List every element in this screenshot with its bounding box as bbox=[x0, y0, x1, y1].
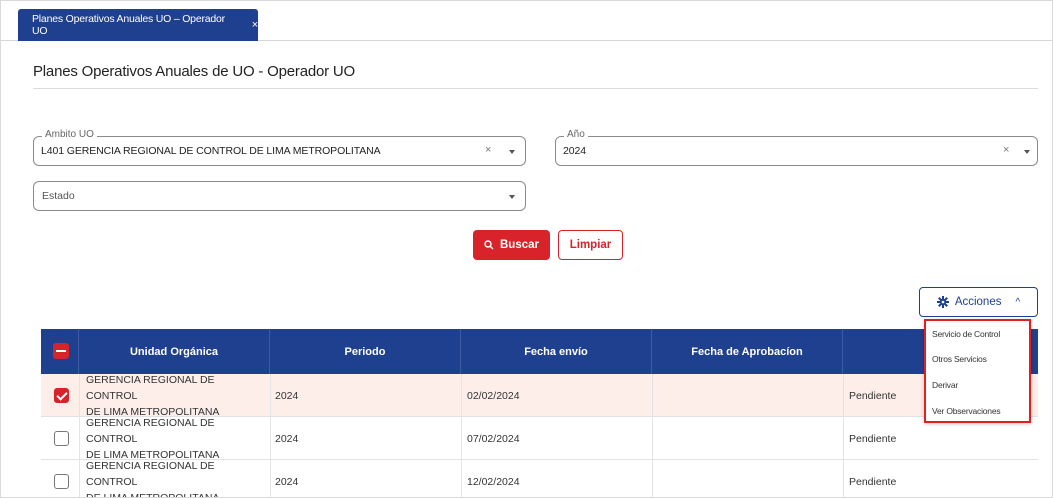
col-unidad-organica[interactable]: Unidad Orgánica bbox=[79, 329, 270, 374]
fecha-envio-cell: 12/02/2024 bbox=[467, 475, 520, 488]
menu-item-ver-observaciones[interactable]: Ver Observaciones bbox=[932, 406, 1001, 416]
ambito-uo-label: Ambito UO bbox=[42, 129, 97, 140]
close-icon[interactable]: × bbox=[252, 19, 258, 31]
tab-bar: Planes Operativos Anuales UO – Operador … bbox=[1, 1, 1052, 41]
clear-button[interactable]: Limpiar bbox=[558, 230, 623, 260]
search-icon bbox=[484, 240, 494, 250]
unidad-organica-cell: GERENCIA REGIONAL DE CONTROL DE LIMA METR… bbox=[86, 373, 220, 418]
clear-icon[interactable]: × bbox=[485, 144, 491, 156]
periodo-cell: 2024 bbox=[275, 389, 299, 402]
actions-button[interactable]: Acciones ^ bbox=[919, 287, 1038, 317]
ambito-uo-select[interactable]: Ambito UO L401 GERENCIA REGIONAL DE CONT… bbox=[33, 129, 526, 166]
actions-menu: Servicio de Control Otros Servicios Deri… bbox=[924, 319, 1031, 423]
estado-select[interactable]: Estado bbox=[33, 181, 526, 211]
search-button[interactable]: Buscar bbox=[473, 230, 550, 260]
chevron-down-icon[interactable] bbox=[509, 195, 515, 199]
divider bbox=[33, 88, 1038, 89]
search-button-label: Buscar bbox=[500, 239, 539, 251]
row-checkbox[interactable] bbox=[54, 431, 69, 446]
menu-item-derivar[interactable]: Derivar bbox=[932, 380, 958, 390]
anio-label: Año bbox=[564, 129, 588, 140]
chevron-down-icon[interactable] bbox=[1024, 150, 1030, 154]
tab-label: Planes Operativos Anuales UO – Operador … bbox=[32, 13, 225, 37]
estado-placeholder: Estado bbox=[42, 190, 75, 202]
col-periodo[interactable]: Periodo bbox=[270, 329, 461, 374]
tab-planes-operativos[interactable]: Planes Operativos Anuales UO – Operador … bbox=[18, 9, 258, 41]
app-window: Planes Operativos Anuales UO – Operador … bbox=[0, 0, 1053, 498]
row-checkbox[interactable] bbox=[54, 388, 69, 403]
table-header: Unidad Orgánica Periodo Fecha envío Fech… bbox=[41, 329, 1038, 374]
gear-icon bbox=[936, 296, 949, 308]
col-fecha-aprobacion[interactable]: Fecha de Aprobacíon bbox=[652, 329, 843, 374]
menu-item-otros-servicios[interactable]: Otros Servicios bbox=[932, 354, 987, 364]
estado-cell: Pendiente bbox=[849, 432, 897, 445]
clear-icon[interactable]: × bbox=[1003, 144, 1009, 156]
unidad-organica-cell: GERENCIA REGIONAL DE CONTROL DE LIMA METR… bbox=[86, 459, 220, 498]
row-checkbox[interactable] bbox=[54, 474, 69, 489]
table-row[interactable]: GERENCIA REGIONAL DE CONTROL DE LIMA METR… bbox=[41, 416, 1038, 461]
anio-value: 2024 bbox=[563, 145, 586, 157]
page-title: Planes Operativos Anuales de UO - Operad… bbox=[33, 63, 355, 80]
estado-cell: Pendiente bbox=[849, 475, 897, 488]
anio-select[interactable]: Año 2024 × bbox=[555, 129, 1038, 166]
select-all-checkbox[interactable] bbox=[53, 343, 69, 359]
col-fecha-envio[interactable]: Fecha envío bbox=[461, 329, 652, 374]
estado-cell: Pendiente bbox=[849, 389, 897, 402]
ambito-uo-value: L401 GERENCIA REGIONAL DE CONTROL DE LIM… bbox=[41, 145, 381, 157]
fecha-envio-cell: 02/02/2024 bbox=[467, 389, 520, 402]
chevron-up-icon: ^ bbox=[1015, 296, 1021, 308]
chevron-down-icon[interactable] bbox=[509, 150, 515, 154]
unidad-organica-cell: GERENCIA REGIONAL DE CONTROL DE LIMA METR… bbox=[86, 416, 220, 461]
periodo-cell: 2024 bbox=[275, 475, 299, 488]
actions-button-label: Acciones bbox=[954, 296, 1002, 308]
select-all-cell bbox=[41, 329, 79, 374]
table-row[interactable]: GERENCIA REGIONAL DE CONTROL DE LIMA METR… bbox=[41, 459, 1038, 498]
menu-item-servicio-control[interactable]: Servicio de Control bbox=[932, 329, 1000, 339]
periodo-cell: 2024 bbox=[275, 432, 299, 445]
table-row[interactable]: GERENCIA REGIONAL DE CONTROL DE LIMA METR… bbox=[41, 373, 1038, 418]
fecha-envio-cell: 07/02/2024 bbox=[467, 432, 520, 445]
